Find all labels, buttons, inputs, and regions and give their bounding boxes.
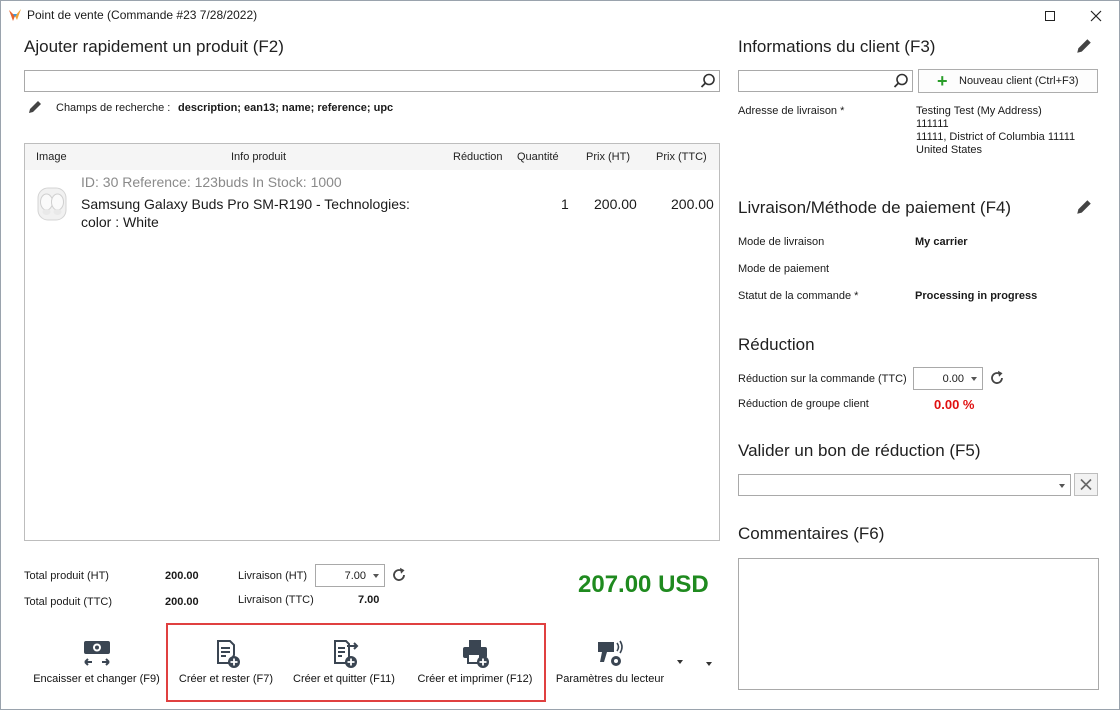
clear-voucher-button[interactable] [1074,473,1098,496]
chevron-down-icon [1059,484,1065,488]
reduction-groupe-label: Réduction de groupe client [738,398,869,410]
total-produit-ht-label: Total produit (HT) [24,570,109,582]
voucher-title: Valider un bon de réduction (F5) [738,441,981,460]
address-line: Testing Test (My Address) [916,105,1042,117]
livraison-ttc-value: 7.00 [358,594,380,606]
edit-shipping-icon[interactable] [1075,198,1093,216]
parametres-lecteur-button[interactable]: Paramètres du lecteur [550,633,670,693]
address-line: United States [916,144,983,156]
refresh-reduction-icon[interactable] [988,369,1006,387]
close-icon [1080,478,1092,491]
plus-icon: + [937,71,948,91]
statut-value[interactable]: Processing in progress [915,290,1037,302]
livraison-ttc-label: Livraison (TTC) [238,594,314,606]
close-button[interactable] [1073,1,1119,31]
creer-rester-button[interactable]: Créer et rester (F7) [173,633,279,693]
create-exit-icon [334,640,359,668]
livraison-ht-label: Livraison (HT) [238,570,308,582]
column-header-info[interactable]: Info produit [231,151,286,163]
chevron-down-icon [373,574,379,578]
creer-imprimer-button[interactable]: Créer et imprimer (F12) [409,633,541,693]
reduction-commande-label: Réduction sur la commande (TTC) [738,373,907,385]
address-label: Adresse de livraison * [738,105,845,117]
product-price-ttc: 200.00 [671,196,714,212]
client-search-input[interactable] [738,70,913,92]
product-name-line2: color : White [81,214,159,230]
chevron-down-icon [971,377,977,381]
parametres-dropdown-icon[interactable] [677,660,683,664]
title-bar: Point de vente (Commande #23 7/28/2022) [1,1,1119,31]
scanner-settings-icon [598,640,623,666]
statut-label: Statut de la commande * [738,290,859,302]
grid-header: Image Info produit Réduction Quantité Pr… [25,144,719,170]
column-header-reduction[interactable]: Réduction [453,151,503,163]
search-icon[interactable] [699,72,717,90]
maximize-button[interactable] [1027,1,1073,31]
create-print-icon [463,640,489,668]
close-icon [1090,10,1102,22]
grand-total: 207.00 USD [578,571,709,598]
edit-client-icon[interactable] [1075,37,1093,55]
product-price-ht: 200.00 [594,196,637,212]
creer-quitter-button[interactable]: Créer et quitter (F11) [285,633,403,693]
product-name-line1: Samsung Galaxy Buds Pro SM-R190 - Techno… [81,196,410,212]
product-search-input[interactable] [24,70,720,92]
quick-add-title: Ajouter rapidement un produit (F2) [24,37,284,56]
comments-textarea[interactable] [738,558,1099,690]
create-document-icon [217,640,240,668]
refresh-shipping-icon[interactable] [390,566,408,584]
search-fields-label: Champs de recherche : [56,102,171,114]
client-info-title: Informations du client (F3) [738,37,936,56]
search-icon[interactable] [892,72,910,90]
product-meta: ID: 30 Reference: 123buds In Stock: 1000 [81,174,342,190]
reduction-title: Réduction [738,335,815,354]
window-title: Point de vente (Commande #23 7/28/2022) [27,8,258,22]
comments-title: Commentaires (F6) [738,524,885,543]
livraison-ht-dropdown[interactable]: 7.00 [315,564,385,587]
app-logo-icon [9,9,21,21]
product-grid: Image Info produit Réduction Quantité Pr… [24,143,720,541]
column-header-price-ht[interactable]: Prix (HT) [586,151,630,163]
pos-window: Point de vente (Commande #23 7/28/2022) … [0,0,1120,710]
mode-paiement-label: Mode de paiement [738,263,830,275]
mode-livraison-label: Mode de livraison [738,236,825,248]
maximize-icon [1045,11,1055,21]
address-line: 111111 [916,118,949,130]
search-fields-value: description; ean13; name; reference; upc [178,102,394,114]
new-client-button[interactable]: + Nouveau client (Ctrl+F3) [918,69,1098,93]
column-header-quantity[interactable]: Quantité [517,151,559,163]
mode-livraison-value[interactable]: My carrier [915,236,968,248]
product-thumbnail [37,187,67,221]
address-line: 11111, District of Columbia 11111 [916,131,1076,143]
reduction-commande-dropdown[interactable]: 0.00 [913,367,983,390]
voucher-dropdown[interactable] [738,474,1071,496]
encaisser-button[interactable]: Encaisser et changer (F9) [24,633,169,693]
total-produit-ht-value: 200.00 [165,570,199,582]
reduction-groupe-value: 0.00 % [934,397,975,412]
column-header-price-ttc[interactable]: Prix (TTC) [656,151,707,163]
column-header-image[interactable]: Image [36,151,67,163]
product-quantity[interactable]: 1 [561,196,569,212]
toolbar-overflow-icon[interactable] [706,662,712,666]
edit-search-fields-icon[interactable] [27,99,43,115]
total-produit-ttc-value: 200.00 [165,596,199,608]
cash-exchange-icon [83,641,110,666]
total-produit-ttc-label: Total poduit (TTC) [24,596,113,608]
shipping-payment-title: Livraison/Méthode de paiement (F4) [738,198,1012,217]
